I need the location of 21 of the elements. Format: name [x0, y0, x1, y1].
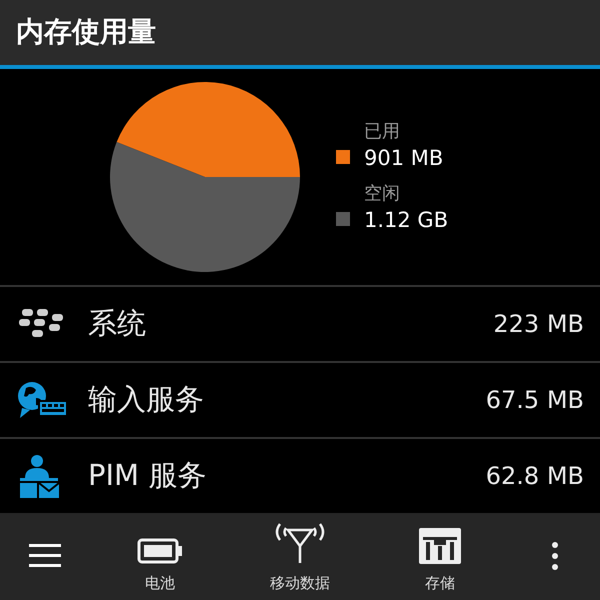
app-name: 系统 — [88, 305, 146, 342]
tab-button[interactable]: 存储 — [370, 512, 510, 600]
legend-label: 空闲 — [364, 182, 401, 206]
memory-size: 67.5 MB — [486, 384, 584, 416]
app-name: PIM 服务 — [88, 457, 206, 494]
more-icon[interactable] — [551, 541, 559, 572]
legend-value: 901 MB — [364, 144, 444, 172]
memory-size: 223 MB — [493, 308, 584, 340]
app-row[interactable]: 系统 223 MB — [0, 284, 600, 361]
tab-button[interactable]: 移动数据 — [230, 512, 370, 600]
legend-label: 已用 — [364, 120, 401, 144]
storage-icon — [419, 528, 461, 564]
tab-button[interactable]: 电池 — [90, 512, 230, 600]
battery-icon — [137, 538, 183, 564]
globe-keyboard-icon — [16, 380, 68, 420]
legend-value: 1.12 GB — [364, 206, 448, 234]
menu-icon[interactable] — [29, 543, 61, 570]
app-name: 输入服务 — [88, 381, 204, 418]
app-row[interactable]: 输入服务 67.5 MB — [0, 360, 600, 437]
page-title: 内存使用量 — [16, 14, 156, 50]
memory-size: 62.8 MB — [486, 460, 584, 492]
